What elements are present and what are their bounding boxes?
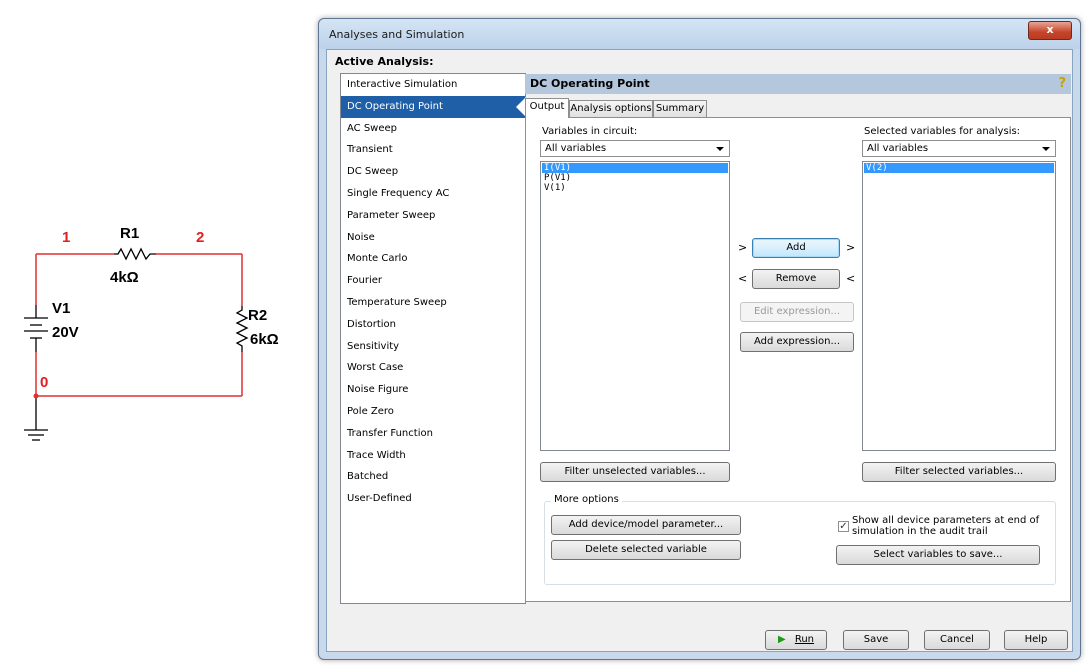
- show-all-parameters-checkbox[interactable]: ✓: [838, 521, 849, 532]
- analysis-item-interactive-simulation[interactable]: Interactive Simulation: [341, 74, 525, 96]
- filter-unselected-button[interactable]: Filter unselected variables...: [540, 462, 730, 482]
- chevron-down-icon: [1042, 147, 1050, 151]
- chevron-right-icon: >: [738, 241, 748, 254]
- selected-filter-value: All variables: [867, 143, 929, 154]
- r2-value: 6kΩ: [250, 331, 279, 348]
- analysis-item-dc-sweep[interactable]: DC Sweep: [341, 161, 525, 183]
- save-button[interactable]: Save: [843, 630, 909, 650]
- edit-expression-button[interactable]: Edit expression...: [740, 302, 854, 322]
- cancel-button[interactable]: Cancel: [924, 630, 990, 650]
- analysis-item-temperature-sweep[interactable]: Temperature Sweep: [341, 292, 525, 314]
- node-label-2: 2: [196, 229, 204, 246]
- chevron-right-icon: >: [846, 241, 856, 254]
- r1-name: R1: [120, 225, 139, 242]
- selected-filter-dropdown[interactable]: All variables: [862, 140, 1056, 157]
- tab-analysis-options[interactable]: Analysis options: [569, 100, 653, 117]
- variables-filter-value: All variables: [545, 143, 607, 154]
- r2-name: R2: [248, 307, 267, 324]
- remove-button[interactable]: Remove: [752, 269, 840, 289]
- help-icon[interactable]: ?: [1058, 74, 1066, 94]
- run-button-label: Run: [794, 634, 815, 645]
- analysis-header-title: DC Operating Point: [530, 77, 650, 90]
- list-item[interactable]: V(2): [864, 163, 1054, 173]
- chevron-down-icon: [716, 147, 724, 151]
- list-item[interactable]: P(V1): [542, 173, 728, 183]
- list-item[interactable]: I(V1): [542, 163, 728, 173]
- v1-name: V1: [52, 300, 70, 317]
- run-button[interactable]: ▶ Run: [765, 630, 827, 650]
- dialog-client: Active Analysis: Interactive Simulation …: [326, 49, 1073, 652]
- analysis-item-batched[interactable]: Batched: [341, 466, 525, 488]
- analysis-item-transient[interactable]: Transient: [341, 139, 525, 161]
- analysis-header: DC Operating Point ?: [525, 74, 1071, 94]
- analysis-item-ac-sweep[interactable]: AC Sweep: [341, 118, 525, 140]
- chevron-left-icon: <: [738, 272, 748, 285]
- analysis-item-transfer-function[interactable]: Transfer Function: [341, 423, 525, 445]
- battery-v1-symbol: [24, 305, 48, 352]
- analysis-item-user-defined[interactable]: User-Defined: [341, 488, 525, 510]
- add-device-parameter-button[interactable]: Add device/model parameter...: [551, 515, 741, 535]
- show-all-label-line1: Show all device parameters at end of: [852, 515, 1040, 526]
- analysis-item-single-frequency-ac[interactable]: Single Frequency AC: [341, 183, 525, 205]
- filter-selected-button[interactable]: Filter selected variables...: [862, 462, 1056, 482]
- analysis-item-monte-carlo[interactable]: Monte Carlo: [341, 248, 525, 270]
- active-analysis-label: Active Analysis:: [335, 55, 434, 68]
- select-variables-to-save-button[interactable]: Select variables to save...: [836, 545, 1040, 565]
- analysis-item-fourier[interactable]: Fourier: [341, 270, 525, 292]
- r1-value: 4kΩ: [110, 269, 139, 286]
- add-button[interactable]: Add: [752, 238, 840, 258]
- analysis-list[interactable]: Interactive Simulation DC Operating Poin…: [340, 73, 526, 604]
- play-icon: ▶: [777, 634, 786, 645]
- junction-dot: [33, 393, 39, 399]
- analysis-item-worst-case[interactable]: Worst Case: [341, 357, 525, 379]
- show-all-label-line2: simulation in the audit trail: [852, 526, 988, 537]
- analysis-item-noise[interactable]: Noise: [341, 227, 525, 249]
- variables-in-circuit-list[interactable]: I(V1) P(V1) V(1): [540, 161, 730, 451]
- ground-symbol: [24, 396, 48, 441]
- window-title: Analyses and Simulation: [329, 28, 465, 41]
- analysis-item-sensitivity[interactable]: Sensitivity: [341, 336, 525, 358]
- output-tab-panel: Variables in circuit: All variables I(V1…: [525, 117, 1071, 602]
- selected-variables-label: Selected variables for analysis:: [864, 126, 1021, 137]
- add-expression-button[interactable]: Add expression...: [740, 332, 854, 352]
- circuit-schematic: 1 2 0 R1 4kΩ R2 6kΩ V1 20V: [24, 225, 279, 441]
- resistor-r2-symbol: [235, 306, 249, 352]
- tab-output[interactable]: Output: [525, 98, 569, 118]
- analysis-item-distortion[interactable]: Distortion: [341, 314, 525, 336]
- v1-value: 20V: [52, 324, 79, 341]
- list-item[interactable]: V(1): [542, 183, 728, 193]
- tab-summary[interactable]: Summary: [653, 100, 707, 117]
- analysis-item-noise-figure[interactable]: Noise Figure: [341, 379, 525, 401]
- variables-in-circuit-label: Variables in circuit:: [542, 126, 638, 137]
- analysis-item-trace-width[interactable]: Trace Width: [341, 445, 525, 467]
- delete-selected-variable-button[interactable]: Delete selected variable: [551, 540, 741, 560]
- chevron-left-icon: <: [846, 272, 856, 285]
- more-options-group: More options Add device/model parameter.…: [544, 494, 1056, 585]
- help-button[interactable]: Help: [1004, 630, 1068, 650]
- resistor-r1-symbol: [114, 247, 156, 261]
- variables-filter-dropdown[interactable]: All variables: [540, 140, 730, 157]
- title-bar[interactable]: Analyses and Simulation x: [319, 19, 1080, 49]
- node-label-1: 1: [62, 229, 70, 246]
- show-all-parameters-label: Show all device parameters at end of sim…: [852, 515, 1039, 537]
- more-options-legend: More options: [551, 494, 622, 505]
- selected-variables-list[interactable]: V(2): [862, 161, 1056, 451]
- node-label-0: 0: [40, 374, 48, 391]
- analysis-item-pole-zero[interactable]: Pole Zero: [341, 401, 525, 423]
- analysis-item-parameter-sweep[interactable]: Parameter Sweep: [341, 205, 525, 227]
- analysis-item-dc-operating-point[interactable]: DC Operating Point: [341, 95, 526, 118]
- analyses-dialog: Analyses and Simulation x Active Analysi…: [318, 18, 1081, 660]
- close-button[interactable]: x: [1028, 21, 1072, 40]
